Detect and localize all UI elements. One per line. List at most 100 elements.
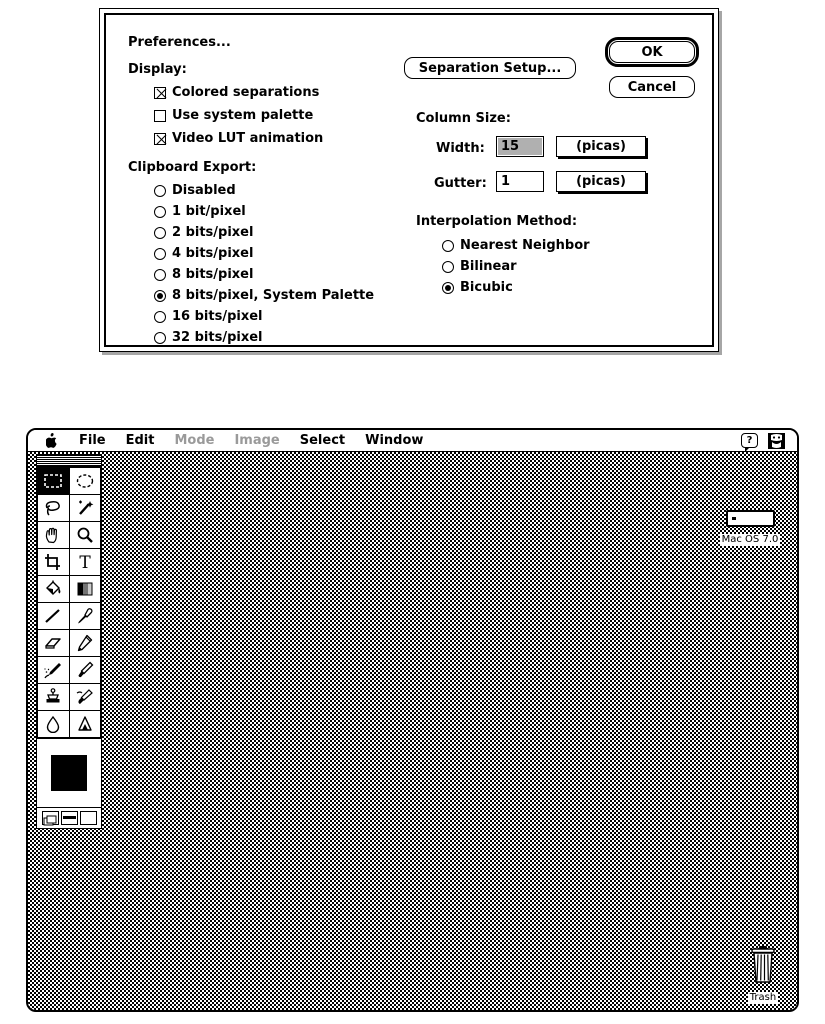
checkbox-use-system-palette[interactable]: Use system palette xyxy=(154,109,313,123)
radio-circle-icon[interactable] xyxy=(154,332,166,344)
menu-item-image: Image xyxy=(234,432,280,448)
hard-disk-glyph-icon xyxy=(725,510,775,527)
menu-item-mode: Mode xyxy=(174,432,215,448)
radio-circle-icon[interactable] xyxy=(442,240,454,252)
mac-screen: File Edit Mode Image Select Window ? T M… xyxy=(26,428,799,1012)
elliptical-marquee-tool[interactable] xyxy=(69,468,100,494)
menu-item-select[interactable]: Select xyxy=(300,433,345,448)
foreground-color-swatch[interactable] xyxy=(51,755,87,791)
radio-circle-icon[interactable] xyxy=(442,282,454,294)
pencil-tool[interactable] xyxy=(69,630,100,656)
hand-tool[interactable] xyxy=(38,522,69,548)
type-tool[interactable]: T xyxy=(69,549,100,575)
radio-circle-icon[interactable] xyxy=(154,290,166,302)
preferences-dialog: Preferences... Display: Colored separati… xyxy=(99,8,719,352)
radio-clipboard-8bits[interactable]: 8 bits/pixel xyxy=(154,268,253,282)
dialog-title: Preferences... xyxy=(128,35,231,50)
checkbox-label: Video LUT animation xyxy=(172,131,324,146)
radio-interp-bilinear[interactable]: Bilinear xyxy=(442,260,517,274)
radio-circle-icon[interactable] xyxy=(154,206,166,218)
gradient-tool[interactable] xyxy=(69,576,100,602)
application-switcher-icon[interactable] xyxy=(768,432,785,449)
screen-mode-buttons xyxy=(37,807,101,828)
radio-clipboard-4bits[interactable]: 4 bits/pixel xyxy=(154,247,253,261)
interpolation-heading: Interpolation Method: xyxy=(416,214,578,229)
radio-label: 8 bits/pixel, System Palette xyxy=(172,288,375,303)
airbrush-tool[interactable] xyxy=(38,657,69,683)
menu-item-file[interactable]: File xyxy=(79,433,106,448)
lasso-tool[interactable] xyxy=(38,495,69,521)
apple-menu-icon[interactable] xyxy=(45,433,59,448)
checkbox-box-icon[interactable] xyxy=(154,110,166,122)
smudge-tool[interactable] xyxy=(69,684,100,710)
menu-item-edit[interactable]: Edit xyxy=(126,433,155,448)
separation-setup-button[interactable]: Separation Setup... xyxy=(404,57,576,79)
checkbox-box-icon[interactable] xyxy=(154,87,166,99)
standard-screen-mode-button[interactable] xyxy=(41,811,59,826)
checkbox-box-icon[interactable] xyxy=(154,133,166,145)
radio-clipboard-disabled[interactable]: Disabled xyxy=(154,184,236,198)
crop-tool[interactable] xyxy=(38,549,69,575)
menu-item-window[interactable]: Window xyxy=(365,433,423,448)
radio-label: 4 bits/pixel xyxy=(172,246,254,261)
radio-label: 16 bits/pixel xyxy=(172,309,263,324)
tool-grid: T xyxy=(37,467,101,738)
width-input[interactable]: 15 xyxy=(496,136,544,157)
menu-bar: File Edit Mode Image Select Window ? xyxy=(28,430,797,452)
zoom-tool[interactable] xyxy=(69,522,100,548)
color-swatches[interactable] xyxy=(37,738,101,807)
radio-label: 1 bit/pixel xyxy=(172,204,246,219)
paint-bucket-tool[interactable] xyxy=(38,576,69,602)
checkbox-label: Use system palette xyxy=(172,108,314,123)
menubar-right-icons: ? xyxy=(741,432,785,452)
radio-clipboard-32bits[interactable]: 32 bits/pixel xyxy=(154,331,263,345)
rectangular-marquee-tool[interactable] xyxy=(38,468,69,494)
desktop-background[interactable]: T Mac OS 7.0 Trash xyxy=(28,452,797,1010)
radio-circle-icon[interactable] xyxy=(154,227,166,239)
display-heading: Display: xyxy=(128,62,187,77)
trash-label: Trash xyxy=(747,992,779,1004)
help-balloon-icon[interactable]: ? xyxy=(741,433,758,452)
clipboard-export-heading: Clipboard Export: xyxy=(128,160,257,175)
checkbox-video-lut-animation[interactable]: Video LUT animation xyxy=(154,132,323,146)
radio-interp-bicubic[interactable]: Bicubic xyxy=(442,281,513,295)
gutter-input[interactable]: 1 xyxy=(496,171,544,192)
magic-wand-tool[interactable] xyxy=(69,495,100,521)
trash-icon[interactable]: Trash xyxy=(731,945,795,1004)
eyedropper-tool[interactable] xyxy=(69,603,100,629)
blur-tool[interactable] xyxy=(38,711,69,737)
radio-label: 2 bits/pixel xyxy=(172,225,254,240)
line-tool[interactable] xyxy=(38,603,69,629)
cancel-button[interactable]: Cancel xyxy=(609,76,695,98)
radio-clipboard-2bits[interactable]: 2 bits/pixel xyxy=(154,226,253,240)
radio-label: 32 bits/pixel xyxy=(172,330,263,345)
radio-circle-icon[interactable] xyxy=(154,248,166,260)
radio-circle-icon[interactable] xyxy=(154,269,166,281)
radio-label: Disabled xyxy=(172,183,236,198)
eraser-tool[interactable] xyxy=(38,630,69,656)
ok-button[interactable]: OK xyxy=(609,41,695,63)
width-units-popup[interactable]: (picas) xyxy=(556,136,646,157)
sharpen-tool[interactable] xyxy=(69,711,100,737)
full-screen-mode-button[interactable] xyxy=(79,811,97,825)
radio-clipboard-8bits-system-palette[interactable]: 8 bits/pixel, System Palette xyxy=(154,289,374,303)
trash-glyph-icon xyxy=(746,945,780,985)
toolbox-palette: T xyxy=(36,454,102,829)
checkbox-colored-separations[interactable]: Colored separations xyxy=(154,86,319,100)
radio-clipboard-16bits[interactable]: 16 bits/pixel xyxy=(154,310,263,324)
radio-label: Bilinear xyxy=(460,259,517,274)
radio-circle-icon[interactable] xyxy=(442,261,454,273)
radio-interp-nearest-neighbor[interactable]: Nearest Neighbor xyxy=(442,239,590,253)
hard-disk-label: Mac OS 7.0 xyxy=(719,534,781,546)
full-screen-menubar-mode-button[interactable] xyxy=(60,811,78,825)
paintbrush-tool[interactable] xyxy=(69,657,100,683)
rubber-stamp-tool[interactable] xyxy=(38,684,69,710)
radio-clipboard-1bit[interactable]: 1 bit/pixel xyxy=(154,205,246,219)
hard-disk-icon[interactable]: Mac OS 7.0 xyxy=(718,510,782,546)
toolbox-drag-bar[interactable] xyxy=(37,455,101,467)
radio-label: Nearest Neighbor xyxy=(460,238,590,253)
radio-circle-icon[interactable] xyxy=(154,311,166,323)
radio-label: Bicubic xyxy=(460,280,513,295)
gutter-units-popup[interactable]: (picas) xyxy=(556,171,646,192)
radio-circle-icon[interactable] xyxy=(154,185,166,197)
